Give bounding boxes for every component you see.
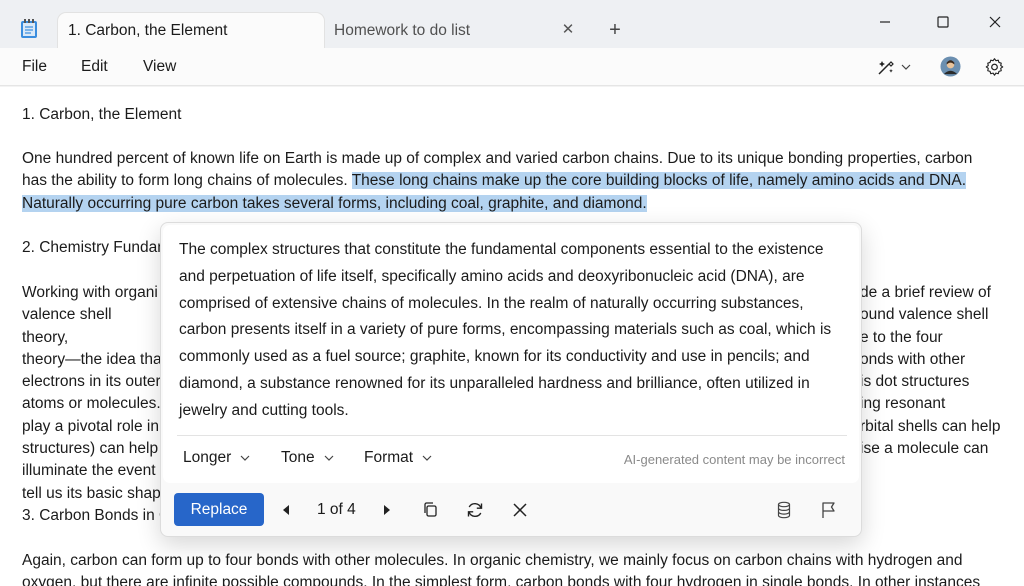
chevron-down-icon bbox=[324, 455, 334, 461]
close-window-icon[interactable] bbox=[983, 10, 1007, 34]
add-tab-icon[interactable]: + bbox=[604, 19, 626, 41]
rewrite-suggestion: The complex structures that constitute t… bbox=[179, 241, 832, 419]
maximize-icon[interactable] bbox=[931, 10, 955, 34]
dismiss-icon[interactable] bbox=[509, 499, 531, 521]
divider bbox=[177, 435, 847, 436]
chevron-down-icon bbox=[240, 455, 250, 461]
minimize-icon[interactable] bbox=[873, 10, 897, 34]
menu-view[interactable]: View bbox=[143, 58, 176, 76]
ai-disclaimer: AI-generated content may be incorrect bbox=[623, 452, 845, 467]
previous-icon[interactable] bbox=[276, 499, 298, 521]
menu-edit[interactable]: Edit bbox=[81, 58, 108, 76]
selected-text: These long chains make up the core build… bbox=[351, 172, 967, 190]
tone-label: Tone bbox=[281, 449, 315, 466]
longer-label: Longer bbox=[183, 449, 232, 466]
next-icon[interactable] bbox=[375, 499, 397, 521]
replace-button[interactable]: Replace bbox=[174, 493, 264, 526]
tab-carbon-element[interactable]: 1. Carbon, the Element bbox=[58, 13, 324, 48]
tone-dropdown[interactable]: Tone bbox=[281, 449, 335, 467]
flag-icon[interactable] bbox=[817, 499, 839, 521]
chevron-down-icon bbox=[901, 64, 911, 70]
paragraph-intro: One hundred percent of known life on Ear… bbox=[22, 148, 1002, 215]
longer-dropdown[interactable]: Longer bbox=[183, 449, 251, 467]
paragraph-bonds: Again, carbon can form up to four bonds … bbox=[22, 552, 981, 586]
paragraph-chemistry-right: de a brief review of ound valence shell … bbox=[860, 284, 1001, 458]
paragraph-chemistry-left: Working with organi valence shell theory… bbox=[22, 284, 162, 502]
suggestion-counter: 1 of 4 bbox=[317, 501, 356, 518]
menu-file[interactable]: File bbox=[22, 58, 47, 76]
format-dropdown[interactable]: Format bbox=[364, 449, 433, 467]
menu-bar: File Edit View bbox=[0, 48, 1024, 86]
selected-text: Naturally occurring pure carbon takes se… bbox=[22, 194, 647, 212]
tab-label: Homework to do list bbox=[334, 21, 471, 39]
gear-icon[interactable] bbox=[984, 56, 1005, 78]
avatar[interactable] bbox=[940, 56, 961, 77]
format-label: Format bbox=[364, 449, 414, 466]
heading-carbon-element: 1. Carbon, the Element bbox=[22, 106, 182, 123]
tab-label: 1. Carbon, the Element bbox=[68, 21, 228, 39]
copy-icon[interactable] bbox=[420, 499, 442, 521]
notepad-icon bbox=[21, 19, 37, 38]
copilot-icon bbox=[878, 61, 894, 75]
chevron-down-icon bbox=[422, 455, 432, 461]
tab-homework[interactable]: Homework to do list ✕ bbox=[326, 13, 588, 48]
database-icon[interactable] bbox=[773, 499, 795, 521]
title-bar: 1. Carbon, the Element Homework to do li… bbox=[0, 0, 1024, 48]
regenerate-icon[interactable] bbox=[464, 499, 486, 521]
rewrite-card: The complex structures that constitute t… bbox=[163, 225, 859, 483]
rewrite-popup: The complex structures that constitute t… bbox=[160, 222, 862, 537]
copilot-button[interactable] bbox=[876, 56, 916, 78]
close-tab-icon[interactable]: ✕ bbox=[560, 22, 576, 38]
